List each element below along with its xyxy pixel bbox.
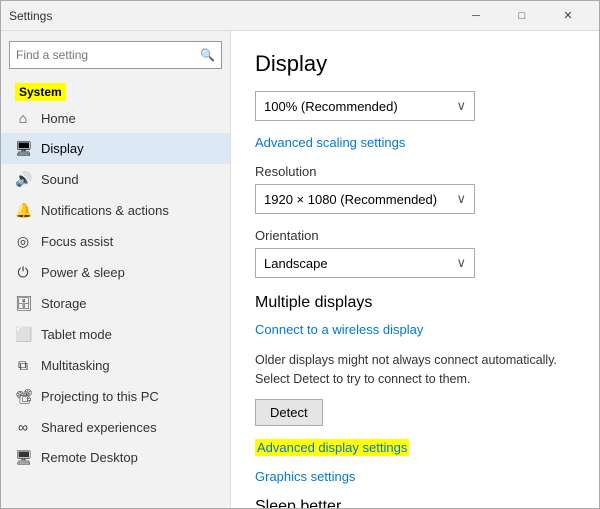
- orientation-group: Orientation Landscape ∨: [255, 228, 575, 278]
- page-title: Display: [255, 51, 575, 77]
- tablet-icon: ⬜: [15, 326, 31, 343]
- multitasking-icon: ⧉: [15, 357, 31, 374]
- sidebar-item-label: Sound: [41, 172, 79, 187]
- remote-icon: 🖥: [15, 449, 31, 466]
- sidebar: 🔍 System ⌂ Home 🖥 Display 🔊 Sound 🔔 Noti…: [1, 31, 231, 508]
- focus-icon: ◎: [15, 233, 31, 250]
- main-content: 🔍 System ⌂ Home 🖥 Display 🔊 Sound 🔔 Noti…: [1, 31, 599, 508]
- sidebar-item-label: Shared experiences: [41, 420, 157, 435]
- sound-icon: 🔊: [15, 171, 31, 188]
- maximize-button[interactable]: □: [499, 1, 545, 31]
- multiple-displays-header: Multiple displays: [255, 294, 575, 312]
- search-icon: 🔍: [200, 48, 215, 62]
- search-box[interactable]: 🔍: [9, 41, 222, 69]
- minimize-button[interactable]: ─: [453, 1, 499, 31]
- shared-icon: ∞: [15, 419, 31, 435]
- close-button[interactable]: ✕: [545, 1, 591, 31]
- content-area: Display 100% (Recommended) ∨ Advanced sc…: [231, 31, 599, 508]
- orientation-label: Orientation: [255, 228, 575, 243]
- sidebar-item-home[interactable]: ⌂ Home: [1, 103, 230, 133]
- search-container: 🔍: [1, 31, 230, 79]
- sidebar-item-label: Power & sleep: [41, 265, 125, 280]
- sidebar-item-remote[interactable]: 🖥 Remote Desktop: [1, 442, 230, 473]
- sidebar-item-multitasking[interactable]: ⧉ Multitasking: [1, 350, 230, 381]
- sidebar-item-storage[interactable]: 🗄 Storage: [1, 288, 230, 319]
- resolution-label: Resolution: [255, 164, 575, 179]
- sidebar-item-label: Projecting to this PC: [41, 389, 159, 404]
- connect-wireless-link[interactable]: Connect to a wireless display: [255, 322, 575, 337]
- detect-description: Older displays might not always connect …: [255, 351, 575, 389]
- detect-button[interactable]: Detect: [255, 399, 323, 426]
- resolution-dropdown[interactable]: 1920 × 1080 (Recommended) ∨: [255, 184, 475, 214]
- sidebar-item-label: Storage: [41, 296, 87, 311]
- orientation-value: Landscape: [264, 256, 328, 271]
- sidebar-item-tablet[interactable]: ⬜ Tablet mode: [1, 319, 230, 350]
- scale-value: 100% (Recommended): [264, 99, 398, 114]
- sidebar-item-label: Focus assist: [41, 234, 113, 249]
- resolution-value: 1920 × 1080 (Recommended): [264, 192, 437, 207]
- display-icon: 🖥: [15, 140, 31, 157]
- power-icon: ⏻: [15, 264, 31, 281]
- resolution-group: Resolution 1920 × 1080 (Recommended) ∨: [255, 164, 575, 214]
- orientation-dropdown[interactable]: Landscape ∨: [255, 248, 475, 278]
- projecting-icon: 📽: [15, 388, 31, 405]
- sidebar-item-power[interactable]: ⏻ Power & sleep: [1, 257, 230, 288]
- home-icon: ⌂: [15, 110, 31, 126]
- sidebar-item-projecting[interactable]: 📽 Projecting to this PC: [1, 381, 230, 412]
- storage-icon: 🗄: [15, 295, 31, 312]
- window-controls: ─ □ ✕: [453, 1, 591, 31]
- search-input[interactable]: [16, 48, 194, 62]
- scale-group: 100% (Recommended) ∨: [255, 91, 575, 121]
- sidebar-item-label: Home: [41, 111, 76, 126]
- chevron-down-icon: ∨: [456, 98, 466, 114]
- sidebar-item-label: Multitasking: [41, 358, 110, 373]
- advanced-scaling-link[interactable]: Advanced scaling settings: [255, 135, 575, 150]
- sidebar-item-label: Display: [41, 141, 84, 156]
- graphics-settings-link[interactable]: Graphics settings: [255, 469, 575, 484]
- sidebar-section-system: System: [1, 79, 230, 103]
- sleep-header: Sleep better: [255, 498, 575, 509]
- sidebar-item-display[interactable]: 🖥 Display: [1, 133, 230, 164]
- sidebar-item-sound[interactable]: 🔊 Sound: [1, 164, 230, 195]
- notifications-icon: 🔔: [15, 202, 31, 219]
- sidebar-item-label: Remote Desktop: [41, 450, 138, 465]
- sidebar-item-label: Tablet mode: [41, 327, 112, 342]
- sidebar-item-shared[interactable]: ∞ Shared experiences: [1, 412, 230, 442]
- sidebar-item-notifications[interactable]: 🔔 Notifications & actions: [1, 195, 230, 226]
- advanced-display-link[interactable]: Advanced display settings: [255, 440, 575, 455]
- titlebar: Settings ─ □ ✕: [1, 1, 599, 31]
- window-title: Settings: [9, 9, 453, 23]
- settings-window: Settings ─ □ ✕ 🔍 System ⌂ Home �: [0, 0, 600, 509]
- chevron-down-icon: ∨: [456, 191, 466, 207]
- chevron-down-icon: ∨: [456, 255, 466, 271]
- scale-dropdown[interactable]: 100% (Recommended) ∨: [255, 91, 475, 121]
- sidebar-item-label: Notifications & actions: [41, 203, 169, 218]
- sidebar-item-focus[interactable]: ◎ Focus assist: [1, 226, 230, 257]
